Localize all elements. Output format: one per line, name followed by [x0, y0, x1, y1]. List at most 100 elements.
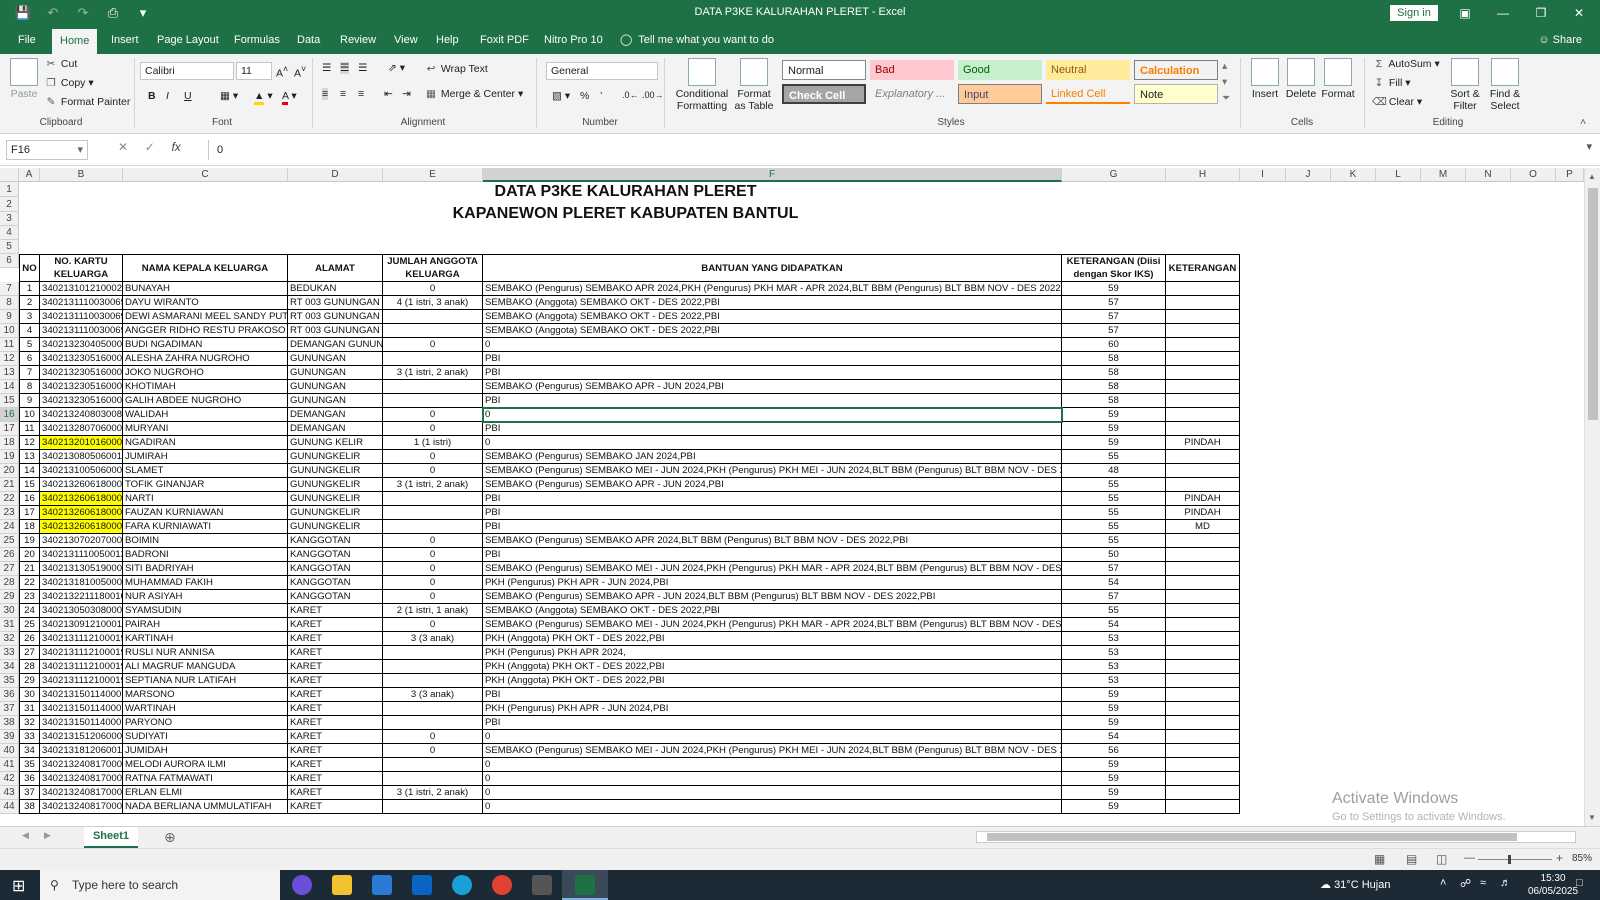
normal-view-icon[interactable]: ▦	[1374, 852, 1385, 866]
cancel-icon[interactable]: ✕	[118, 140, 128, 154]
col-header-a[interactable]: A	[19, 168, 40, 182]
col-header-h[interactable]: H	[1166, 168, 1240, 182]
style-good[interactable]: Good	[958, 60, 1042, 80]
cell-nama[interactable]: WARTINAH	[123, 702, 288, 716]
header-bantuan[interactable]: BANTUAN YANG DIDAPATKAN	[483, 254, 1062, 282]
cell-bantuan[interactable]: PKH (Anggota) PKH OKT - DES 2022,PBI	[483, 632, 1062, 646]
row-header-23[interactable]: 23	[0, 506, 19, 520]
cell-skor[interactable]: 59	[1062, 422, 1166, 436]
cell-skor[interactable]: 59	[1062, 786, 1166, 800]
expand-formula-icon[interactable]: ▾	[1586, 140, 1592, 153]
cell-jumlah[interactable]: 0	[383, 464, 483, 478]
cell-kartu-keluarga[interactable]: 3402132408170002	[40, 786, 123, 800]
cell-bantuan[interactable]: PKH (Pengurus) PKH APR - JUN 2024,PBI	[483, 702, 1062, 716]
cell-bantuan[interactable]: PBI	[483, 520, 1062, 534]
restore-icon[interactable]: ❐	[1522, 0, 1560, 26]
cell-nama[interactable]: SYAMSUDIN	[123, 604, 288, 618]
insert-function-icon[interactable]: fx	[171, 140, 180, 154]
cell-alamat[interactable]: KARET	[288, 758, 383, 772]
cell-jumlah[interactable]: 0	[383, 618, 483, 632]
decrease-decimal-icon[interactable]: .00→	[642, 90, 664, 100]
font-size-combo[interactable]: 11	[236, 62, 272, 80]
row-header-20[interactable]: 20	[0, 464, 19, 478]
cell-kartu-keluarga[interactable]: 3402132305160003	[40, 352, 123, 366]
cell-skor[interactable]: 55	[1062, 506, 1166, 520]
sheet-tab-sheet1[interactable]: Sheet1	[84, 827, 138, 848]
undo-icon[interactable]: ↶	[44, 5, 62, 21]
cell-skor[interactable]: 57	[1062, 562, 1166, 576]
tab-data[interactable]: Data	[289, 26, 328, 54]
cell-nama[interactable]: PARYONO	[123, 716, 288, 730]
cell-keterangan[interactable]	[1166, 590, 1240, 604]
cell-keterangan[interactable]	[1166, 338, 1240, 352]
cell-no[interactable]: 21	[19, 562, 40, 576]
tab-foxit-pdf[interactable]: Foxit PDF	[472, 26, 537, 54]
font-color-icon[interactable]: A ▾	[282, 90, 297, 105]
header-skor-iks[interactable]: KETERANGAN (Diisi dengan Skor IKS)	[1062, 254, 1166, 282]
cell-keterangan[interactable]	[1166, 702, 1240, 716]
cell-bantuan[interactable]: PBI	[483, 422, 1062, 436]
align-center-icon[interactable]: ≡	[340, 88, 346, 100]
cell-jumlah[interactable]	[383, 352, 483, 366]
network-icon[interactable]: ☍	[1460, 877, 1471, 890]
cell-keterangan[interactable]	[1166, 674, 1240, 688]
cell-jumlah[interactable]	[383, 758, 483, 772]
row-header-18[interactable]: 18	[0, 436, 19, 450]
tab-home[interactable]: Home	[52, 29, 98, 54]
excel-taskbar-button[interactable]	[562, 870, 608, 900]
align-top-icon[interactable]: ☰	[322, 62, 331, 74]
cell-jumlah[interactable]: 0	[383, 422, 483, 436]
cell-no[interactable]: 15	[19, 478, 40, 492]
cell-alamat[interactable]: KARET	[288, 772, 383, 786]
cell-alamat[interactable]: GUNUNGKELIR	[288, 520, 383, 534]
cell-jumlah[interactable]	[383, 702, 483, 716]
cell-kartu-keluarga[interactable]: 3402131005060003	[40, 464, 123, 478]
row-header-36[interactable]: 36	[0, 688, 19, 702]
cell-keterangan[interactable]	[1166, 464, 1240, 478]
cell-kartu-keluarga[interactable]: 3402131110030069	[40, 310, 123, 324]
wifi-icon[interactable]: ≈	[1480, 877, 1486, 889]
cell-keterangan[interactable]	[1166, 394, 1240, 408]
col-header-b[interactable]: B	[40, 168, 123, 182]
cell-no[interactable]: 19	[19, 534, 40, 548]
cell-nama[interactable]: TOFIK GINANJAR	[123, 478, 288, 492]
decrease-indent-icon[interactable]: ⇤	[384, 88, 393, 100]
merge-center-button[interactable]: ▦ Merge & Center ▾	[424, 88, 523, 100]
cell-skor[interactable]: 55	[1062, 478, 1166, 492]
volume-icon[interactable]: ♬	[1500, 877, 1511, 889]
cell-nama[interactable]: ALI MAGRUF MANGUDA	[123, 660, 288, 674]
cell-no[interactable]: 28	[19, 660, 40, 674]
cell-alamat[interactable]: RT 003 GUNUNGAN	[288, 310, 383, 324]
tray-chevron-icon[interactable]: ˄	[1440, 877, 1446, 889]
cell-alamat[interactable]: BEDUKAN	[288, 282, 383, 296]
cell-skor[interactable]: 54	[1062, 576, 1166, 590]
cell-jumlah[interactable]: 3 (1 istri, 2 anak)	[383, 786, 483, 800]
orientation-icon[interactable]: ⇗ ▾	[388, 62, 405, 74]
cell-skor[interactable]: 57	[1062, 590, 1166, 604]
cell-bantuan[interactable]: SEMBAKO (Anggota) SEMBAKO OKT - DES 2022…	[483, 310, 1062, 324]
cell-alamat[interactable]: GUNUNGKELIR	[288, 450, 383, 464]
cell-alamat[interactable]: KARET	[288, 716, 383, 730]
row-header-15[interactable]: 15	[0, 394, 19, 408]
cell-alamat[interactable]: GUNUNGKELIR	[288, 492, 383, 506]
cell-bantuan[interactable]: PBI	[483, 716, 1062, 730]
cell-keterangan[interactable]	[1166, 450, 1240, 464]
row-header-22[interactable]: 22	[0, 492, 19, 506]
cell-bantuan[interactable]: PBI	[483, 352, 1062, 366]
cell-no[interactable]: 20	[19, 548, 40, 562]
increase-indent-icon[interactable]: ⇥	[402, 88, 411, 100]
row-header-31[interactable]: 31	[0, 618, 19, 632]
cell-bantuan[interactable]: 0	[483, 436, 1062, 450]
row-header-8[interactable]: 8	[0, 296, 19, 310]
share-button[interactable]: ☺ Share	[1538, 26, 1582, 54]
cell-bantuan[interactable]: PBI	[483, 394, 1062, 408]
cell-kartu-keluarga[interactable]: 3402132010160002	[40, 436, 123, 450]
conditional-formatting-button[interactable]: Conditional Formatting	[670, 58, 734, 112]
style-calculation[interactable]: Calculation	[1134, 60, 1218, 80]
cell-keterangan[interactable]	[1166, 632, 1240, 646]
cell-skor[interactable]: 58	[1062, 394, 1166, 408]
cell-nama[interactable]: JUMIDAH	[123, 744, 288, 758]
cell-bantuan[interactable]: SEMBAKO (Anggota) SEMBAKO OKT - DES 2022…	[483, 604, 1062, 618]
row-header-25[interactable]: 25	[0, 534, 19, 548]
cell-alamat[interactable]: KARET	[288, 632, 383, 646]
